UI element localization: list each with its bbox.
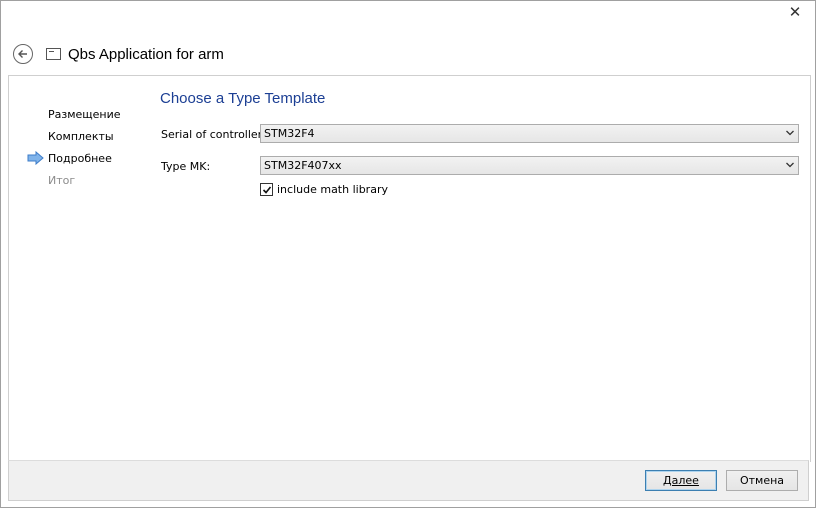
wizard-content: Размещение Комплекты Подробнее Итог Choo… bbox=[8, 75, 811, 462]
nav-item-placement: Размещение bbox=[48, 108, 121, 121]
chevron-down-icon bbox=[786, 130, 794, 136]
type-label: Type MK: bbox=[161, 160, 211, 173]
cancel-button-label: Отмена bbox=[739, 474, 785, 487]
nav-item-summary: Итог bbox=[48, 174, 76, 187]
close-icon: ✕ bbox=[788, 3, 802, 21]
back-button[interactable] bbox=[13, 44, 33, 64]
cancel-button[interactable]: Отмена bbox=[726, 470, 798, 491]
wizard-window: ✕ Qbs Application for arm Размещение Ком… bbox=[0, 0, 816, 508]
wizard-footer: Далее Отмена bbox=[8, 460, 809, 501]
wizard-terminal-icon bbox=[46, 48, 61, 60]
page-title: Choose a Type Template bbox=[160, 90, 326, 107]
current-step-arrow-icon bbox=[27, 151, 44, 165]
serial-select-value: STM32F4 bbox=[264, 127, 315, 140]
nav-item-details: Подробнее bbox=[48, 152, 112, 165]
back-arrow-icon bbox=[18, 50, 27, 58]
close-button[interactable]: ✕ bbox=[777, 2, 813, 22]
serial-select[interactable]: STM32F4 bbox=[260, 124, 799, 143]
chevron-down-icon bbox=[786, 162, 794, 168]
math-library-checkbox[interactable] bbox=[260, 183, 273, 196]
window-title: Qbs Application for arm bbox=[68, 46, 224, 63]
type-select[interactable]: STM32F407xx bbox=[260, 156, 799, 175]
next-button-label: Далее bbox=[663, 474, 699, 487]
type-select-value: STM32F407xx bbox=[264, 159, 342, 172]
next-button[interactable]: Далее bbox=[645, 470, 717, 491]
serial-label: Serial of controllers bbox=[161, 128, 268, 141]
math-library-label[interactable]: include math library bbox=[277, 183, 388, 196]
checkmark-icon bbox=[262, 185, 271, 194]
nav-item-kits: Комплекты bbox=[48, 130, 114, 143]
